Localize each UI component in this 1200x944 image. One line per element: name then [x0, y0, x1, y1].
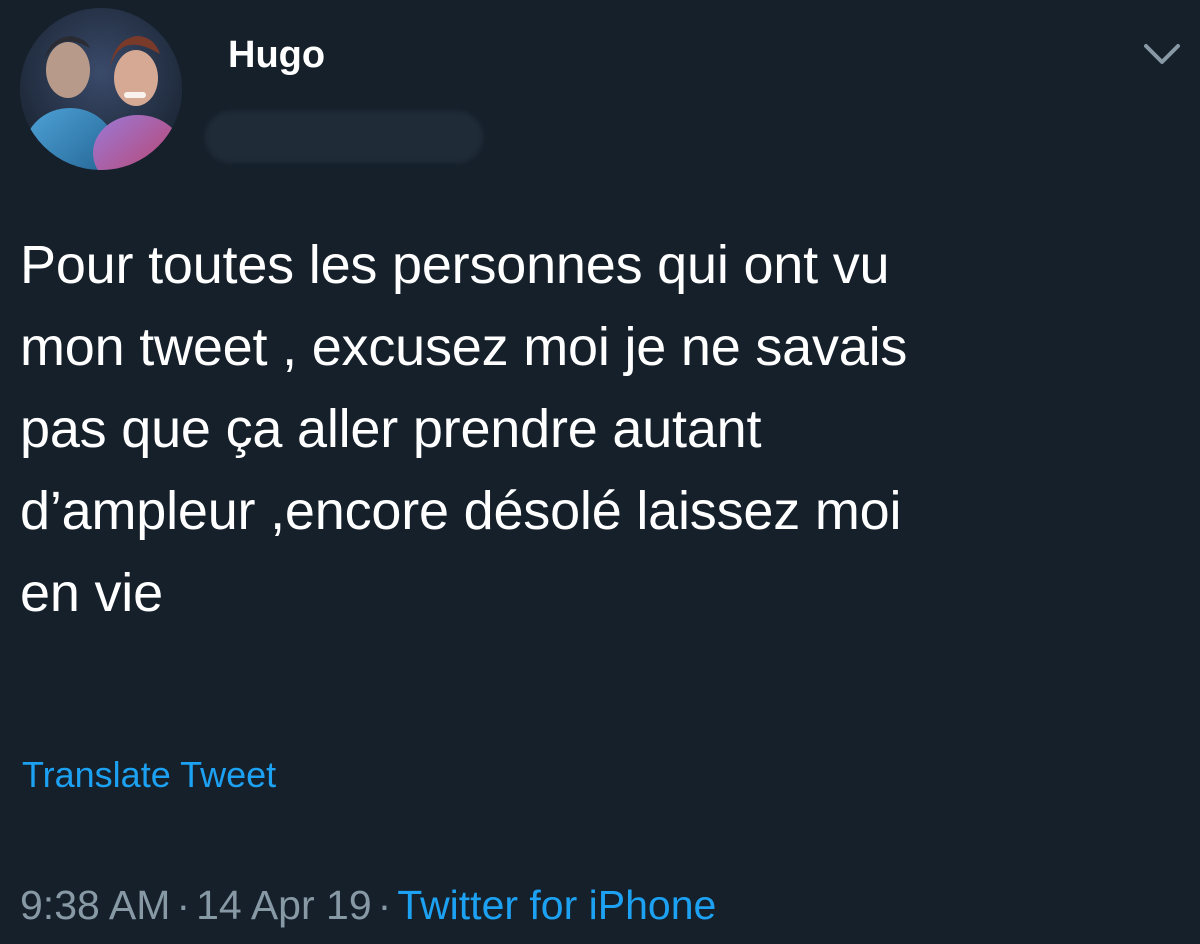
author-display-name[interactable]: Hugo: [228, 30, 325, 80]
chevron-down-icon[interactable]: [1140, 36, 1184, 72]
tweet-text: Pour toutes les personnes qui ont vu mon…: [20, 235, 908, 623]
tweet-date: 14 Apr 19: [196, 882, 372, 928]
tweet-time: 9:38 AM: [20, 882, 171, 928]
meta-separator: ·: [377, 882, 392, 928]
avatar-image: [20, 8, 182, 170]
meta-separator: ·: [176, 882, 191, 928]
tweet-metadata: 9:38 AM · 14 Apr 19 · Twitter for iPhone: [20, 878, 716, 932]
tweet-source-link[interactable]: Twitter for iPhone: [397, 882, 716, 928]
author-handle-redacted: [205, 111, 483, 163]
translate-tweet-link[interactable]: Translate Tweet: [22, 752, 276, 798]
author-avatar[interactable]: [20, 8, 182, 170]
